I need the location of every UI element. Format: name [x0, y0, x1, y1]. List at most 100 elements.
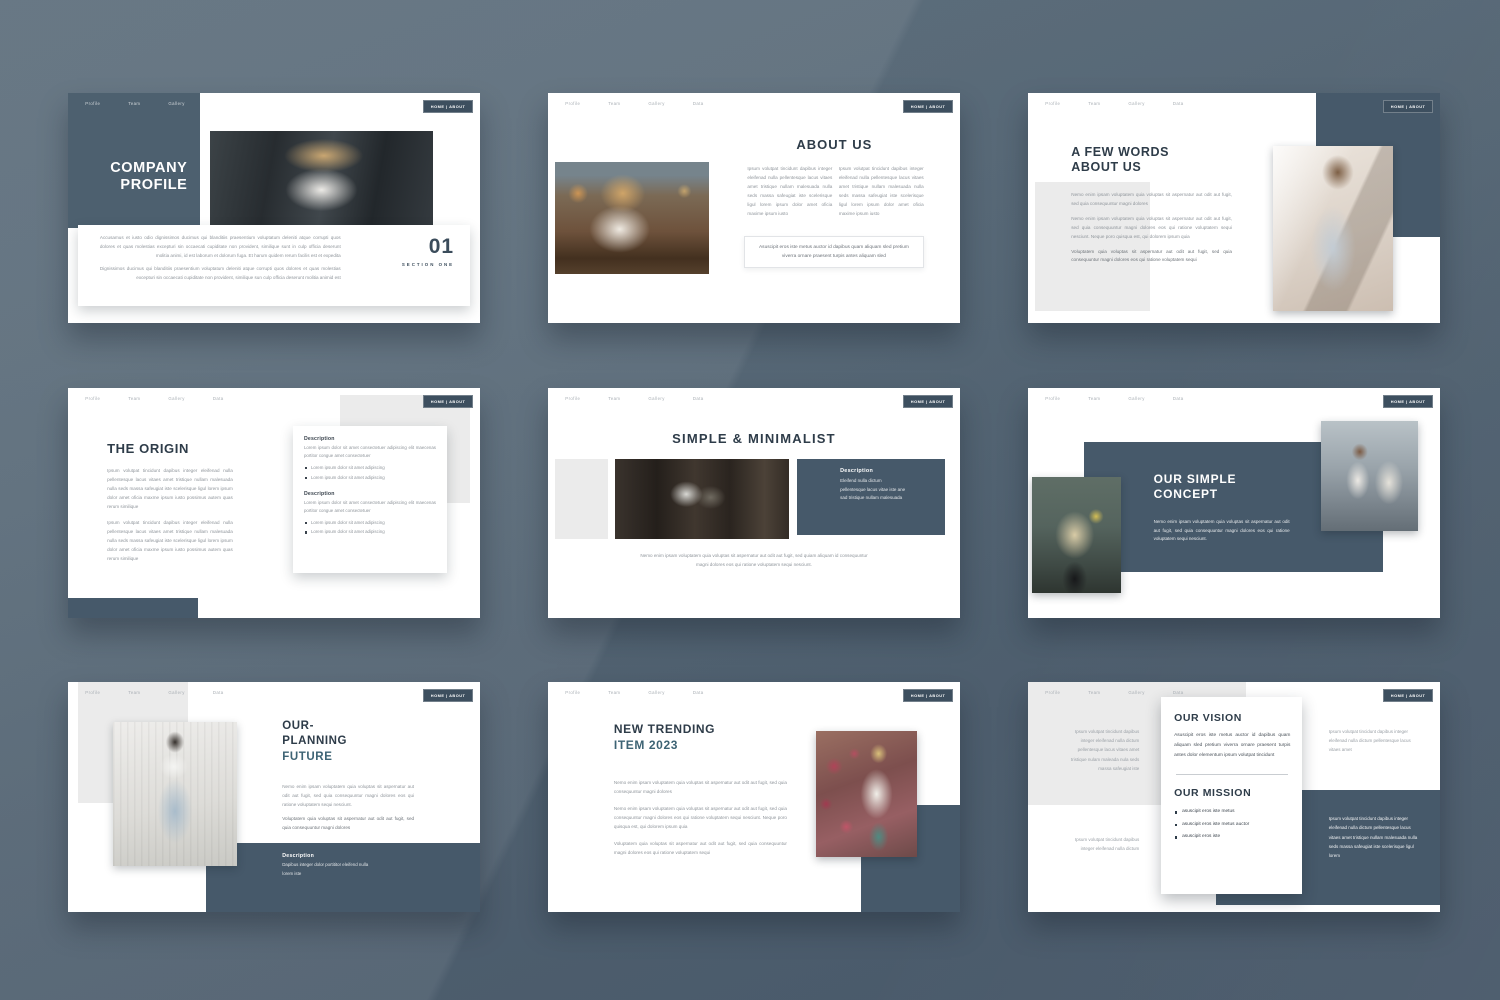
nav-item-gallery[interactable]: Gallery [1128, 101, 1144, 106]
mission-bullet: asuscipit eros iste metus [1174, 806, 1290, 818]
slide-nav: Profile Team Gallery Data [85, 396, 223, 401]
nav-item-data[interactable]: Data [693, 690, 704, 695]
photo-couple-architecture [615, 459, 789, 538]
template-preview-board: Profile Team Gallery Data HOME | ABOUT C… [0, 0, 1500, 1000]
slide-title: OUR SIMPLE CONCEPT [1154, 472, 1269, 502]
slide-our-simple-concept: Profile Team Gallery Data HOME | ABOUT O… [1028, 388, 1440, 618]
nav-item-data[interactable]: Data [693, 396, 704, 401]
description-text: Lorem ipsum dolor sit amet consectetuer … [304, 499, 436, 515]
nav-item-gallery[interactable]: Gallery [648, 396, 664, 401]
nav-item-profile[interactable]: Profile [565, 396, 580, 401]
slide-a-few-words: Profile Team Gallery Data HOME | ABOUT A… [1028, 93, 1440, 323]
slide-title: OUR- PLANNING FUTURE [282, 719, 347, 766]
photo-model-glass-wall [210, 131, 432, 226]
nav-item-profile[interactable]: Profile [85, 690, 100, 695]
bullet-item: Lorem ipsum dolor sit amet adipiscing [304, 527, 436, 536]
nav-item-gallery[interactable]: Gallery [168, 690, 184, 695]
description-text: Dapibus integer dolor portititor eleifen… [282, 861, 372, 878]
slide-title: NEW TRENDING ITEM 2023 [614, 721, 715, 753]
nav-item-profile[interactable]: Profile [1045, 396, 1060, 401]
photo-woman-overalls [1273, 146, 1392, 312]
nav-item-team[interactable]: Team [608, 396, 620, 401]
photo-woman-storefront [1032, 477, 1121, 593]
nav-item-profile[interactable]: Profile [1045, 101, 1060, 106]
home-about-button[interactable]: HOME | ABOUT [1383, 100, 1434, 112]
body-paragraph: Nemo enim ipsam voluptatem quia voluptas… [1154, 518, 1290, 544]
description-text: Eleifend nulla dictum pellentesque lacus… [840, 477, 905, 503]
description-heading: Description [304, 491, 436, 497]
slide-company-profile: Profile Team Gallery Data HOME | ABOUT C… [68, 93, 480, 323]
nav-item-data[interactable]: Data [1173, 396, 1184, 401]
nav-item-gallery[interactable]: Gallery [648, 690, 664, 695]
nav-item-gallery[interactable]: Gallery [648, 101, 664, 106]
description-text: Lorem ipsum dolor sit amet consectetuer … [304, 444, 436, 460]
body-paragraph: Nemo enim ipsam voluptatem quia voluptas… [1071, 191, 1232, 209]
home-about-button[interactable]: HOME | ABOUT [423, 100, 474, 112]
vision-text: Asuscipit eros iste metus auctor id dapi… [1174, 731, 1290, 760]
description-card: Description Lorem ipsum dolor sit amet c… [293, 426, 447, 573]
corner-text-top-left: Ipsum volutpat tincidunt dapibus integer… [1061, 727, 1139, 773]
caption-text: Nemo enim ipsam voluptatem quia voluptas… [639, 552, 870, 570]
nav-item-team[interactable]: Team [128, 690, 140, 695]
home-about-button[interactable]: HOME | ABOUT [1383, 689, 1434, 701]
slide-about-us: Profile Team Gallery Data HOME | ABOUT A… [548, 93, 960, 323]
nav-item-team[interactable]: Team [608, 690, 620, 695]
nav-item-team[interactable]: Team [128, 396, 140, 401]
nav-item-gallery[interactable]: Gallery [1128, 690, 1144, 695]
bullet-item: Lorem ipsum dolor sit amet adipiscing [304, 473, 436, 482]
accent-strip [68, 598, 198, 618]
title-accent-line: ITEM 2023 [614, 737, 715, 753]
home-about-button[interactable]: HOME | ABOUT [903, 100, 954, 112]
slide-nav: Profile Team Gallery Data [1045, 690, 1183, 695]
home-about-button[interactable]: HOME | ABOUT [1383, 395, 1434, 407]
slide-the-origin: Profile Team Gallery Data HOME | ABOUT T… [68, 388, 480, 618]
nav-item-profile[interactable]: Profile [1045, 690, 1060, 695]
home-about-button[interactable]: HOME | ABOUT [423, 689, 474, 701]
nav-item-team[interactable]: Team [128, 101, 140, 106]
home-about-button[interactable]: HOME | ABOUT [903, 689, 954, 701]
nav-item-gallery[interactable]: Gallery [1128, 396, 1144, 401]
slide-nav: Profile Team Gallery Data [565, 101, 703, 106]
nav-item-data[interactable]: Data [213, 101, 224, 106]
slide-nav: Profile Team Gallery Data [85, 690, 223, 695]
nav-item-gallery[interactable]: Gallery [168, 101, 184, 106]
body-paragraph: Nemo enim ipsam voluptatem quia voluptas… [282, 783, 414, 810]
body-paragraph: Ipsum volutpat tincidunt dapibus integer… [107, 519, 233, 564]
slide-nav: Profile Team Gallery Data [565, 396, 703, 401]
nav-item-profile[interactable]: Profile [565, 690, 580, 695]
nav-item-data[interactable]: Data [693, 101, 704, 106]
nav-item-profile[interactable]: Profile [565, 101, 580, 106]
body-paragraph: Voluptatem quia voluptas sit aspernatur … [1071, 248, 1232, 266]
nav-item-profile[interactable]: Profile [85, 101, 100, 106]
section-number: 01 [376, 236, 454, 257]
bullet-list: Lorem ipsum dolor sit amet adipiscing Lo… [304, 463, 436, 482]
nav-item-team[interactable]: Team [1088, 101, 1100, 106]
photo-couple-street [1321, 421, 1418, 530]
slide-nav: Profile Team Gallery Data [85, 101, 223, 106]
nav-item-profile[interactable]: Profile [85, 396, 100, 401]
title-line: PLANNING [282, 734, 347, 750]
nav-item-gallery[interactable]: Gallery [168, 396, 184, 401]
body-paragraph: Ipsum volutpat tincidunt dapibus integer… [107, 467, 233, 512]
slide-nav: Profile Team Gallery Data [565, 690, 703, 695]
body-paragraph: Voluptatem quia voluptas sit aspernatur … [614, 840, 787, 858]
nav-item-team[interactable]: Team [1088, 690, 1100, 695]
nav-item-team[interactable]: Team [1088, 396, 1100, 401]
nav-item-data[interactable]: Data [213, 690, 224, 695]
title-accent-line: FUTURE [282, 750, 347, 766]
nav-item-data[interactable]: Data [213, 396, 224, 401]
slide-title: SIMPLE & MINIMALIST [548, 431, 960, 447]
nav-item-team[interactable]: Team [608, 101, 620, 106]
mission-title: OUR MISSION [1174, 787, 1290, 800]
nav-item-data[interactable]: Data [1173, 690, 1184, 695]
vision-mission-card: OUR VISION Asuscipit eros iste metus auc… [1161, 697, 1302, 893]
photo-woman-denim [113, 722, 237, 866]
slide-simple-minimalist: Profile Team Gallery Data HOME | ABOUT S… [548, 388, 960, 618]
photo-woman-blazer-flowers [816, 731, 917, 856]
slide-our-planning-future: Profile Team Gallery Data HOME | ABOUT O… [68, 682, 480, 912]
slide-nav: Profile Team Gallery Data [1045, 396, 1183, 401]
photo-woman-railing [555, 162, 710, 274]
home-about-button[interactable]: HOME | ABOUT [423, 395, 474, 407]
nav-item-data[interactable]: Data [1173, 101, 1184, 106]
home-about-button[interactable]: HOME | ABOUT [903, 395, 954, 407]
